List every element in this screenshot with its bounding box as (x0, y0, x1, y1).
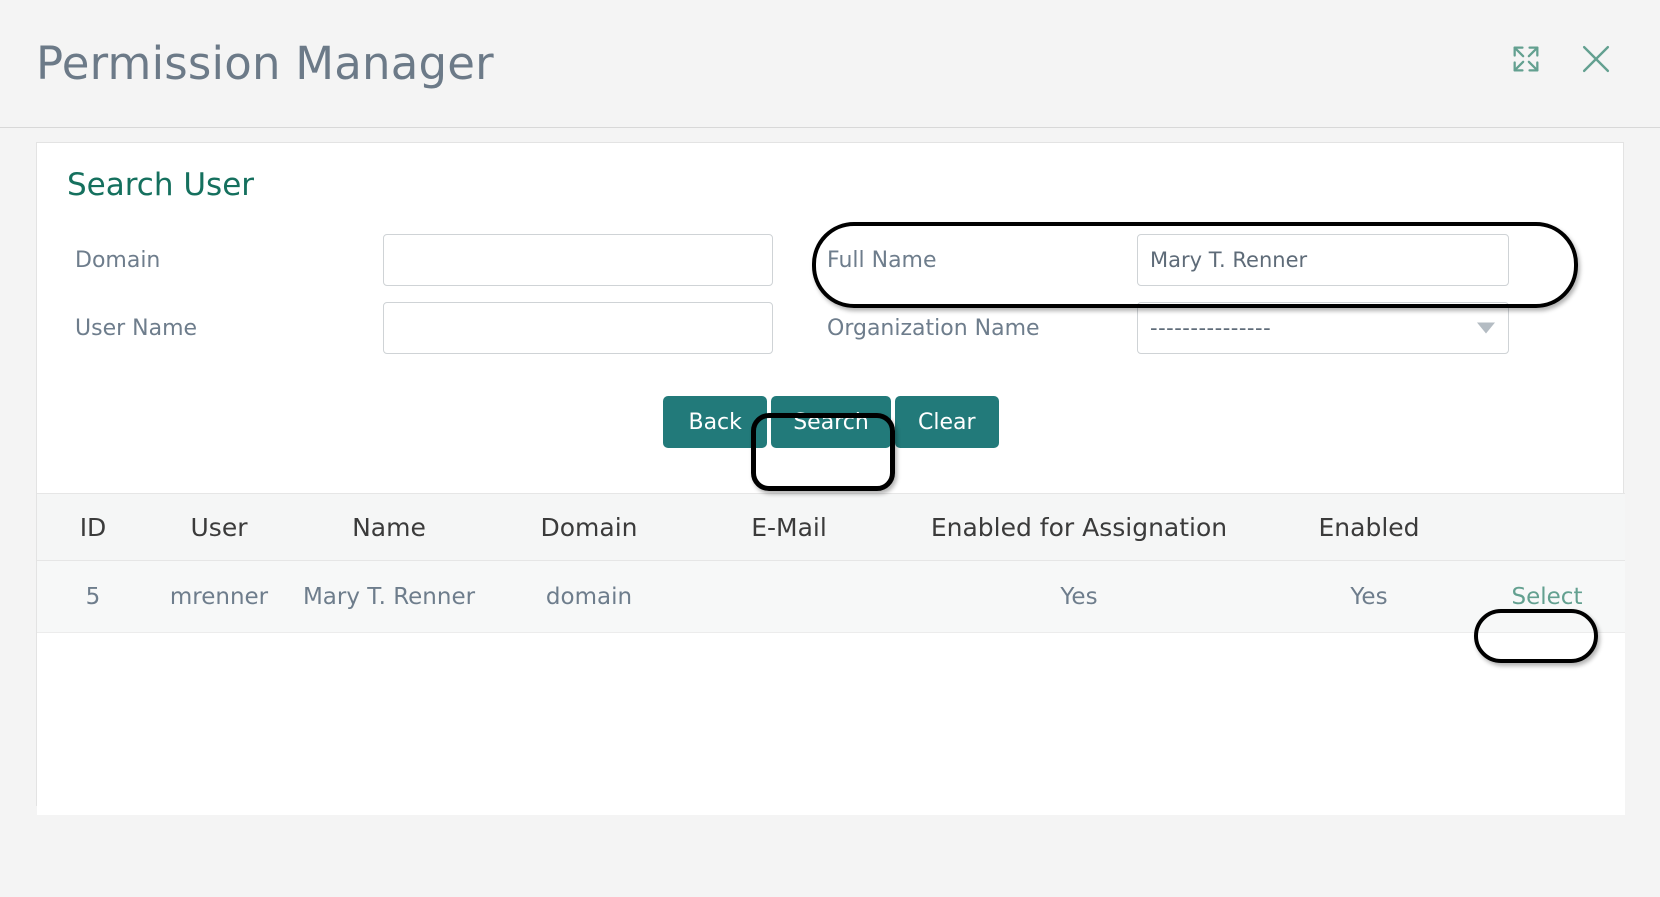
form-row-domain: Domain (75, 226, 815, 294)
close-icon[interactable] (1576, 39, 1616, 79)
column-header-enabled: Enabled (1318, 512, 1420, 542)
clear-button[interactable]: Clear (894, 396, 999, 449)
results-table: ID User Name Domain E-Mail Enabled for A… (37, 493, 1625, 815)
column-header-id: ID (79, 512, 107, 542)
organization-name-select[interactable]: --------------- (1137, 302, 1509, 355)
column-header-email: E-Mail (751, 512, 827, 542)
section-title: Search User (67, 167, 255, 203)
cell-enabled-for-assignation: Yes (1060, 583, 1098, 610)
column-header-name: Name (352, 512, 426, 542)
column-header-domain: Domain (540, 512, 638, 542)
cell-domain: domain (545, 583, 633, 610)
titlebar-actions (1506, 39, 1616, 79)
user-name-field-wrap (383, 302, 773, 355)
search-user-card: Search User Domain User Name Full Name M… (36, 142, 1625, 815)
user-name-input[interactable] (383, 302, 773, 355)
column-header-enabled-for-assignation: Enabled for Assignation (930, 512, 1228, 542)
form-row-organization: Organization Name --------------- (827, 294, 1527, 362)
user-name-label: User Name (75, 315, 198, 341)
table-empty-area (37, 633, 1625, 815)
column-header-user: User (190, 512, 248, 542)
full-name-input[interactable] (1137, 234, 1509, 287)
cell-id: 5 (85, 583, 101, 610)
domain-input[interactable] (383, 234, 773, 287)
organization-name-select-wrap: --------------- (1137, 302, 1509, 355)
cell-user: mrenner (169, 583, 269, 610)
domain-field-wrap (383, 234, 773, 287)
table-header-row: ID User Name Domain E-Mail Enabled for A… (37, 493, 1625, 561)
organization-name-label: Organization Name (827, 315, 1040, 341)
form-left-column: Domain User Name (75, 226, 815, 362)
table-row[interactable]: 5 mrenner Mary T. Renner domain Yes Yes … (37, 561, 1625, 633)
back-button[interactable]: Back (663, 396, 768, 449)
domain-label: Domain (75, 247, 161, 273)
select-link[interactable]: Select (1512, 584, 1583, 610)
cell-enabled: Yes (1350, 583, 1388, 610)
page-title: Permission Manager (36, 37, 494, 90)
expand-icon[interactable] (1506, 39, 1546, 79)
search-form: Domain User Name Full Name Mary T. Renne… (37, 204, 1623, 534)
window-titlebar: Permission Manager (0, 0, 1660, 128)
organization-name-field-wrap: --------------- (1137, 302, 1509, 355)
form-right-column: Full Name Organization Name ------------… (827, 226, 1527, 362)
cell-actions: Select (1469, 584, 1625, 610)
form-row-username: User Name (75, 294, 815, 362)
full-name-field-wrap (1137, 234, 1509, 287)
form-row-fullname: Full Name (827, 226, 1527, 294)
permission-manager-window: Permission Manager Search User Domain Us… (0, 0, 1660, 897)
full-name-label: Full Name (827, 247, 937, 273)
form-actions: Back Search Clear (37, 396, 1625, 449)
cell-name: Mary T. Renner (302, 583, 476, 610)
search-button[interactable]: Search (771, 396, 891, 449)
